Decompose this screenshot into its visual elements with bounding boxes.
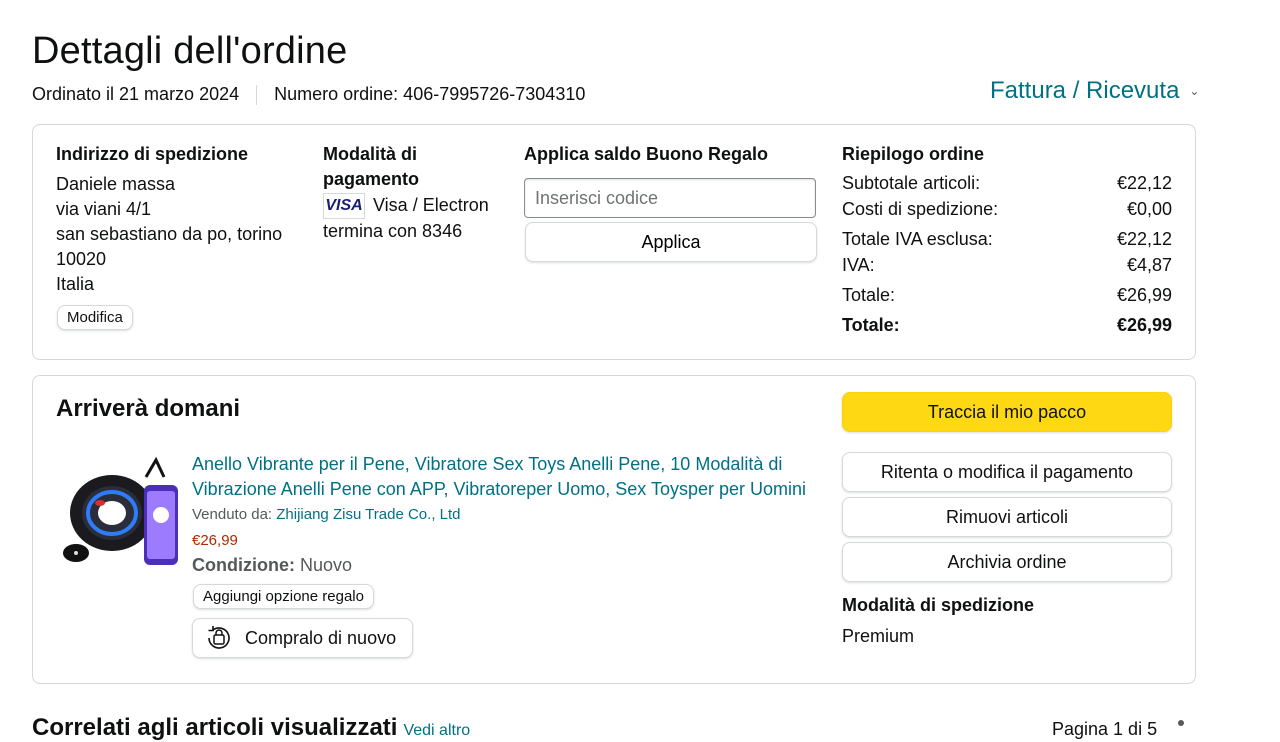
summary-value: €0,00: [1126, 199, 1172, 219]
payment-heading-line2: pagamento: [323, 169, 420, 189]
payment-method: VISA Visa / Electron termina con 8346: [323, 193, 489, 244]
summary-value: €26,99: [1116, 315, 1172, 335]
shipping-mode-heading: Modalità di spedizione: [842, 595, 1035, 615]
summary-label: IVA:: [842, 255, 875, 275]
summary-row-subtotal: Subtotale articoli: €22,12: [842, 173, 1172, 194]
archive-order-button[interactable]: Archivia ordine: [842, 542, 1172, 582]
buy-again-label: Compralo di nuovo: [245, 627, 397, 648]
summary-value: €22,12: [1116, 229, 1172, 249]
product-title-link[interactable]: Anello Vibrante per il Pene, Vibratore S…: [192, 452, 812, 502]
invoice-link[interactable]: Fattura / Ricevuta: [990, 77, 1179, 105]
order-number: Numero ordine: 406-7995726-7304310: [274, 84, 586, 104]
summary-row-grand-total: Totale: €26,99: [842, 315, 1172, 336]
summary-label: Subtotale articoli:: [842, 173, 981, 193]
carousel-page-indicator: Pagina 1 di 5: [1052, 719, 1158, 739]
gift-code-input[interactable]: [524, 178, 816, 218]
summary-label: Totale:: [842, 315, 900, 335]
apply-gift-button[interactable]: Applica: [525, 222, 817, 262]
see-more-link[interactable]: Vedi altro: [403, 722, 470, 739]
summary-row-total: Totale: €26,99: [842, 285, 1172, 306]
shipping-address: Daniele massa via viani 4/1 san sebastia…: [56, 172, 296, 297]
related-title: Correlati agli articoli visualizzati: [32, 714, 398, 741]
product-image[interactable]: [60, 455, 180, 570]
more-options-icon[interactable]: [1178, 720, 1184, 726]
summary-label: Totale IVA esclusa:: [842, 229, 993, 249]
address-name: Daniele massa: [56, 174, 176, 194]
summary-value: €4,87: [1126, 255, 1172, 275]
order-date: Ordinato il 21 marzo 2024: [32, 84, 240, 104]
retry-payment-button[interactable]: Ritenta o modifica il pagamento: [842, 452, 1172, 492]
summary-value: €26,99: [1116, 285, 1172, 305]
invoice-dropdown[interactable]: Fattura / Ricevuta ⌄: [990, 77, 1199, 105]
edit-address-button[interactable]: Modifica: [57, 305, 133, 330]
address-street: via viani 4/1: [56, 199, 152, 219]
gift-card-heading: Applica saldo Buono Regalo: [524, 144, 769, 164]
buy-again-icon: [208, 626, 230, 649]
card-name: Visa / Electron: [373, 195, 489, 215]
summary-value: €22,12: [1116, 173, 1172, 193]
shipping-address-heading: Indirizzo di spedizione: [56, 144, 249, 164]
product-price: €26,99: [192, 532, 238, 549]
sold-by-label: Venduto da:: [192, 506, 273, 523]
summary-label: Totale:: [842, 285, 896, 305]
order-summary-heading: Riepilogo ordine: [842, 144, 984, 164]
visa-card-icon: VISA: [323, 193, 365, 220]
address-zip: 10020: [56, 249, 107, 269]
summary-row-net: Totale IVA esclusa: €22,12: [842, 229, 1172, 250]
card-ending: termina con 8346: [323, 221, 463, 242]
sold-by: Venduto da: Zhijiang Zisu Trade Co., Ltd: [192, 506, 461, 523]
related-section-title: Correlati agli articoli visualizzati Vedi…: [32, 714, 470, 742]
summary-row-shipping: Costi di spedizione: €0,00: [842, 199, 1172, 220]
chevron-down-icon: ⌄: [1189, 84, 1200, 98]
address-city: san sebastiano da po, torino: [56, 224, 283, 244]
page-title: Dettagli dell'ordine: [32, 30, 348, 72]
seller-link[interactable]: Zhijiang Zisu Trade Co., Ltd: [276, 506, 460, 523]
shipping-mode-value: Premium: [842, 626, 915, 646]
payment-heading-line1: Modalità di: [323, 144, 417, 164]
summary-row-vat: IVA: €4,87: [842, 255, 1172, 276]
remove-items-button[interactable]: Rimuovi articoli: [842, 497, 1172, 537]
buy-again-button[interactable]: Compralo di nuovo: [192, 618, 413, 658]
summary-label: Costi di spedizione:: [842, 199, 999, 219]
address-country: Italia: [56, 274, 95, 294]
delivery-status: Arriverà domani: [56, 395, 241, 422]
condition-label: Condizione:: [192, 555, 295, 575]
order-meta: Ordinato il 21 marzo 2024 Numero ordine:…: [32, 84, 585, 105]
track-package-button[interactable]: Traccia il mio pacco: [842, 392, 1172, 432]
payment-heading: Modalità di pagamento: [323, 142, 419, 192]
add-gift-option-button[interactable]: Aggiungi opzione regalo: [193, 584, 374, 609]
product-condition: Condizione: Nuovo: [192, 555, 352, 576]
condition-value: Nuovo: [300, 555, 353, 575]
meta-divider: [256, 84, 258, 105]
